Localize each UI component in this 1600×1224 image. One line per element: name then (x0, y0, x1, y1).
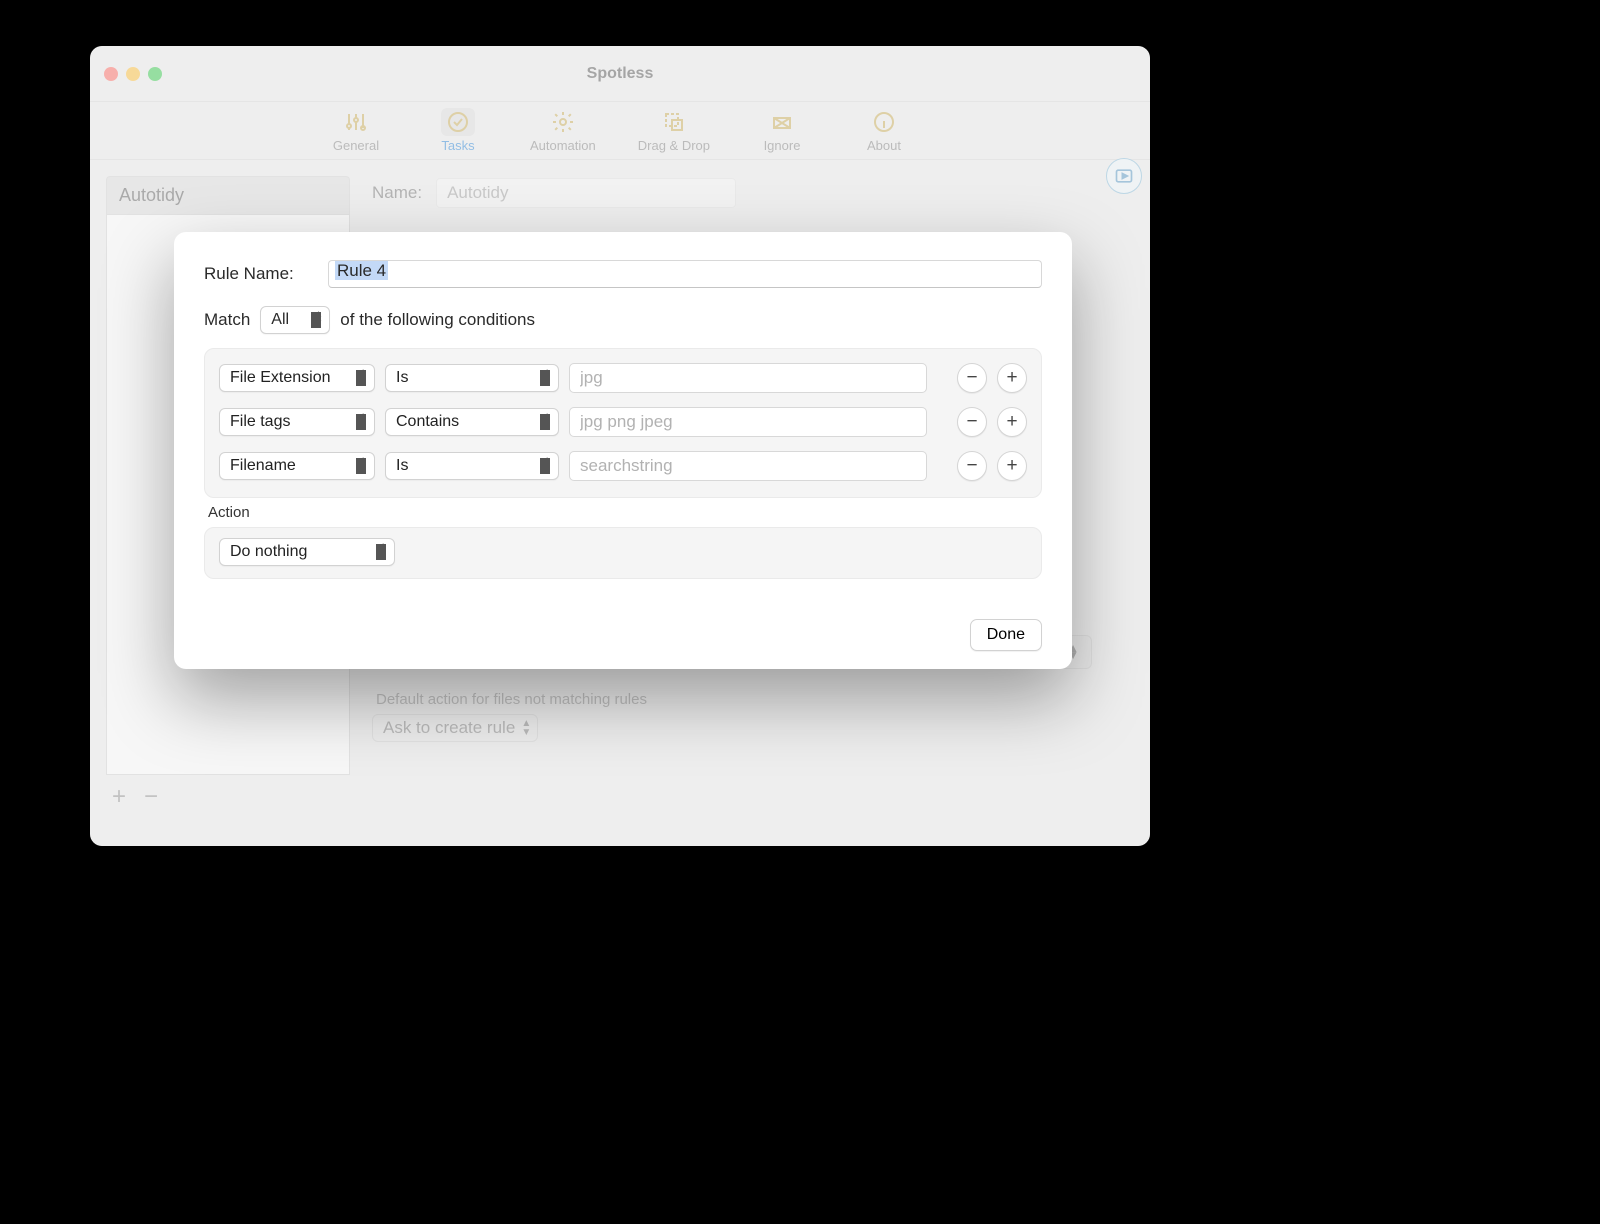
condition-row: File tags ▲▼ Contains ▲▼ − + (219, 407, 1027, 437)
chevron-up-down-icon: ▲▼ (542, 368, 552, 386)
condition-row: File Extension ▲▼ Is ▲▼ − + (219, 363, 1027, 393)
condition-operator-select[interactable]: Contains ▲▼ (385, 408, 559, 436)
chevron-up-down-icon: ▲▼ (358, 456, 368, 474)
remove-condition-button[interactable]: − (957, 407, 987, 437)
add-condition-button[interactable]: + (997, 363, 1027, 393)
remove-condition-button[interactable]: − (957, 451, 987, 481)
done-button[interactable]: Done (970, 619, 1042, 651)
chevron-up-down-icon: ▲▼ (542, 456, 552, 474)
condition-value-input[interactable] (569, 363, 927, 393)
condition-subject-select[interactable]: Filename ▲▼ (219, 452, 375, 480)
action-label: Action (208, 504, 1042, 521)
condition-value-input[interactable] (569, 407, 927, 437)
rule-name-label: Rule Name: (204, 264, 314, 284)
conditions-block: File Extension ▲▼ Is ▲▼ − + File tags ▲▼ (204, 348, 1042, 498)
condition-subject-select[interactable]: File Extension ▲▼ (219, 364, 375, 392)
action-select[interactable]: Do nothing ▲▼ (219, 538, 395, 566)
match-mode-select[interactable]: All ▲▼ (260, 306, 330, 334)
rule-name-input[interactable]: Rule 4 (328, 260, 1042, 288)
chevron-up-down-icon: ▲▼ (358, 412, 368, 430)
action-block: Do nothing ▲▼ (204, 527, 1042, 579)
remove-condition-button[interactable]: − (957, 363, 987, 393)
rule-editor-sheet: Rule Name: Rule 4 Match All ▲▼ of the fo… (174, 232, 1072, 669)
condition-row: Filename ▲▼ Is ▲▼ − + (219, 451, 1027, 481)
match-prefix: Match (204, 310, 250, 330)
match-suffix: of the following conditions (340, 310, 535, 330)
chevron-up-down-icon: ▲▼ (542, 412, 552, 430)
condition-subject-select[interactable]: File tags ▲▼ (219, 408, 375, 436)
chevron-up-down-icon: ▲▼ (313, 310, 323, 328)
add-condition-button[interactable]: + (997, 451, 1027, 481)
chevron-up-down-icon: ▲▼ (378, 542, 388, 560)
condition-value-input[interactable] (569, 451, 927, 481)
condition-operator-select[interactable]: Is ▲▼ (385, 452, 559, 480)
add-condition-button[interactable]: + (997, 407, 1027, 437)
chevron-up-down-icon: ▲▼ (358, 368, 368, 386)
condition-operator-select[interactable]: Is ▲▼ (385, 364, 559, 392)
